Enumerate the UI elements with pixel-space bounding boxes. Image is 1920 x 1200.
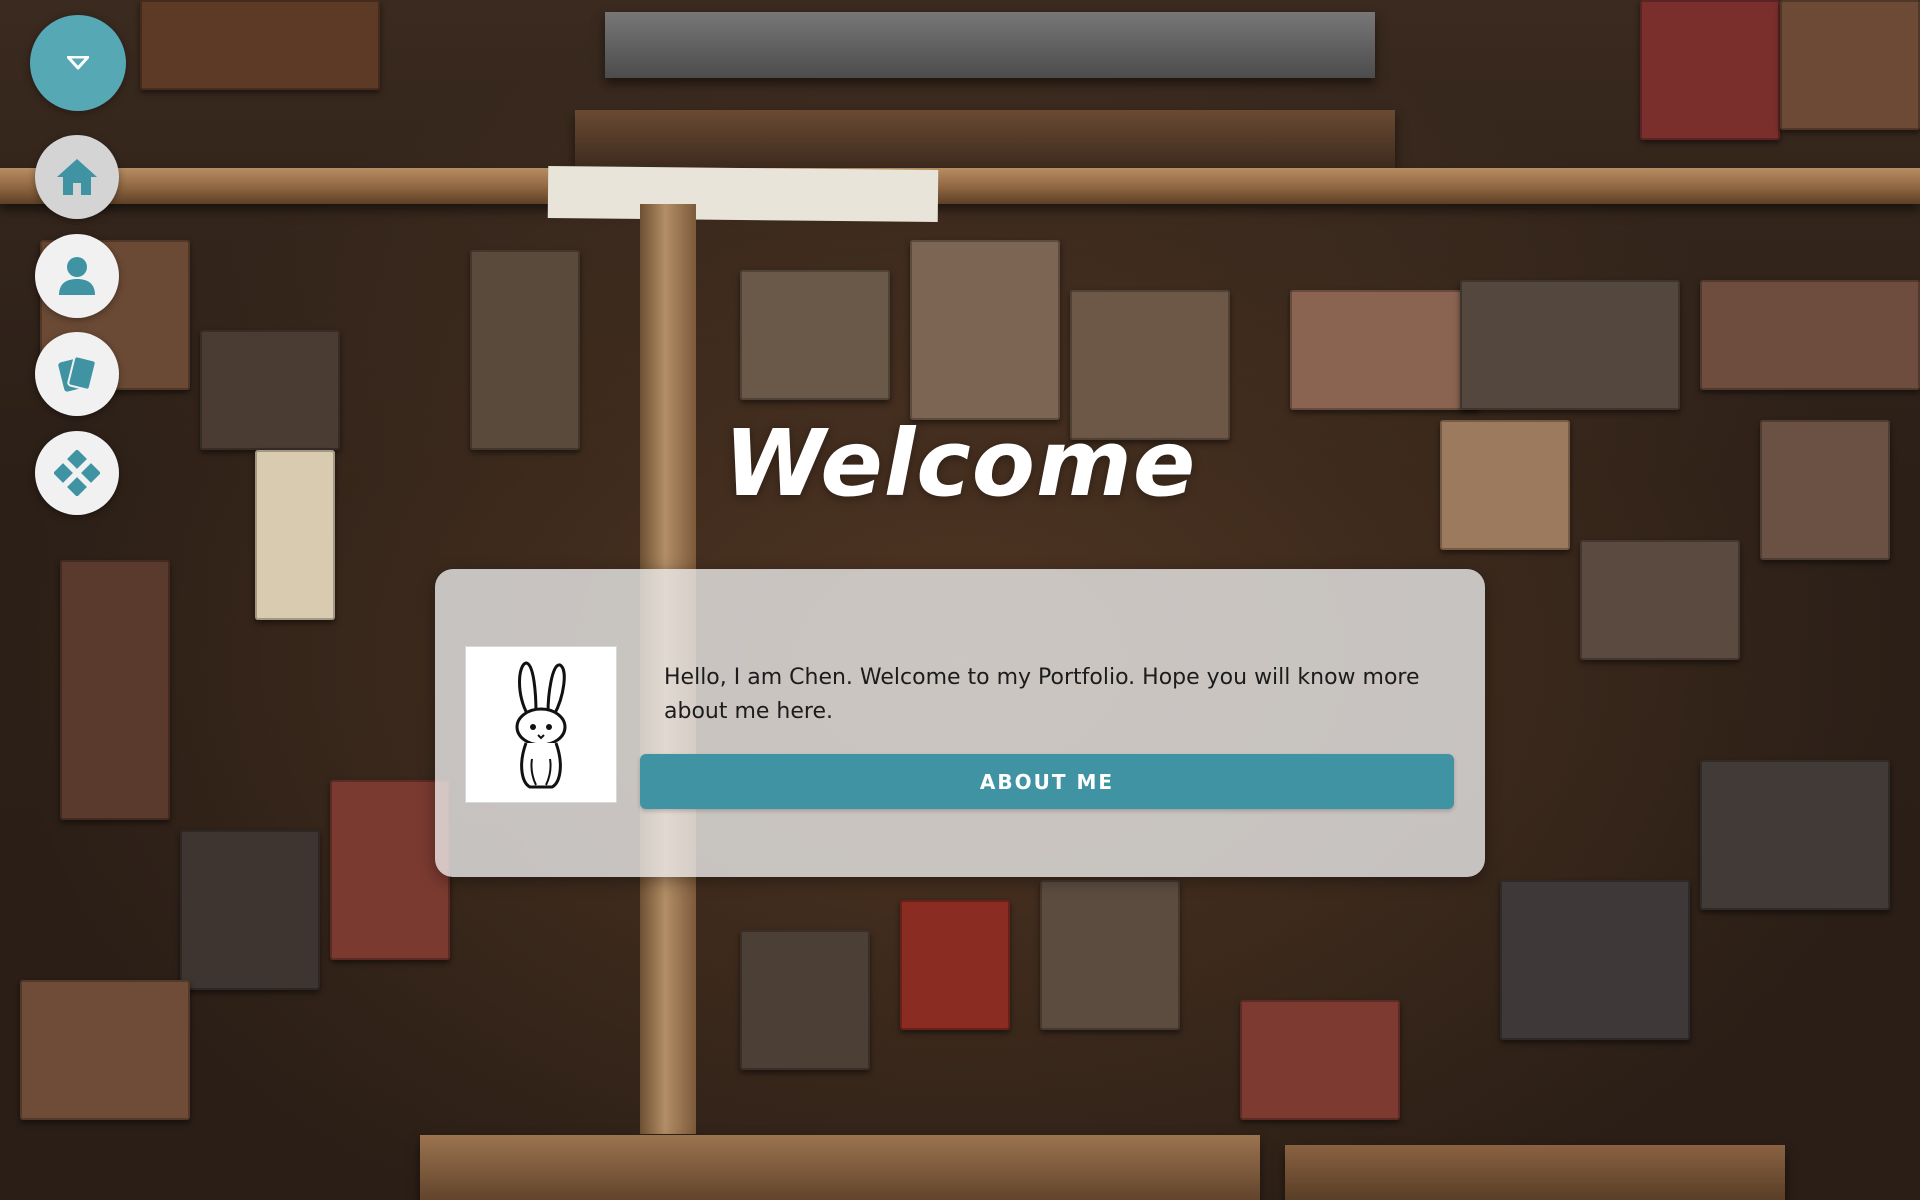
background-block (60, 560, 170, 820)
cards-icon (58, 355, 97, 392)
home-icon (57, 159, 97, 195)
bunny-icon (515, 660, 567, 788)
background-block (1460, 280, 1680, 410)
about-me-button[interactable]: ABOUT ME (640, 754, 1454, 809)
person-icon (59, 257, 95, 295)
background-block (1500, 880, 1690, 1040)
background-shelf-bottom-right (1285, 1145, 1785, 1200)
background-shelf (0, 168, 1920, 204)
background-block (1700, 760, 1890, 910)
background-drawer (575, 110, 1395, 168)
page-title: Welcome (723, 410, 1197, 517)
background-label-card (547, 165, 939, 223)
background-block (1290, 290, 1480, 410)
background-block (900, 900, 1010, 1030)
avatar (465, 646, 617, 803)
background-block (910, 240, 1060, 420)
background-block (1640, 0, 1780, 140)
nav-about-button[interactable] (35, 234, 119, 318)
background-block (20, 980, 190, 1120)
background-block (180, 830, 320, 990)
background-block (1580, 540, 1740, 660)
intro-text: Hello, I am Chen. Welcome to my Portfoli… (664, 665, 1420, 724)
background-block (1240, 1000, 1400, 1120)
background-block (740, 930, 870, 1070)
background-block (140, 0, 380, 90)
background-block (1780, 0, 1920, 130)
nav-portfolio-button[interactable] (35, 332, 119, 416)
background-type-bar (605, 12, 1375, 78)
nav-home-button[interactable] (35, 135, 119, 219)
background-block (740, 270, 890, 400)
intro-card: Hello, I am Chen. Welcome to my Portfoli… (435, 569, 1485, 877)
nav-toggle-button[interactable] (30, 15, 126, 111)
background-block (1700, 280, 1920, 390)
background-block (330, 780, 450, 960)
caret-down-icon (67, 56, 89, 70)
background-block (1040, 880, 1180, 1030)
background-shelf-bottom (420, 1135, 1260, 1200)
